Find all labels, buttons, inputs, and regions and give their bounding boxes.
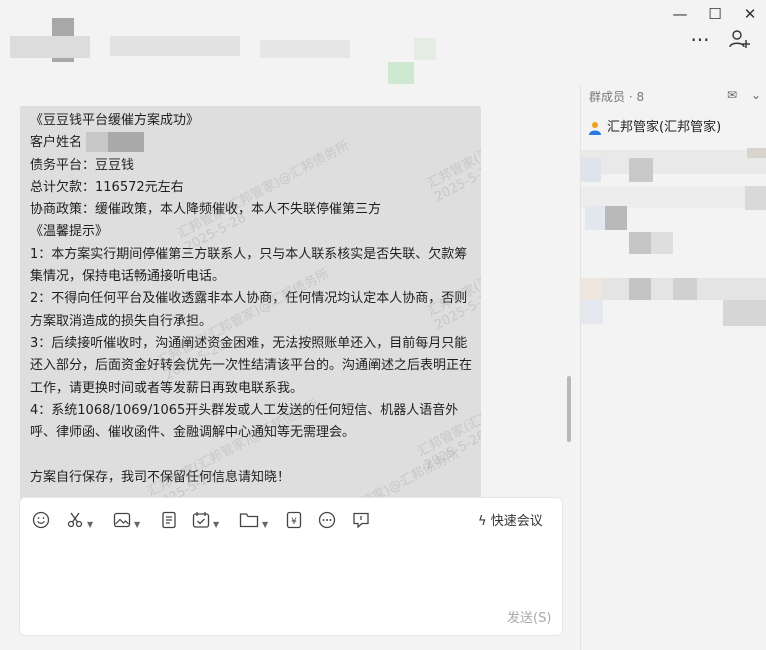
person-add-icon [729,30,750,48]
message-line: 1：本方案实行期间停催第三方联系人，只与本人联系核实是否失联、欠款筹 [30,246,468,262]
blurred-group-tag-2 [414,38,436,60]
blurred-group-tag [388,62,414,84]
chat-scrollbar[interactable] [567,376,571,442]
blurred-member [629,158,653,182]
member-name: 汇邦管家(汇邦管家) [607,120,722,135]
blurred-member [605,206,627,230]
message-line: 《豆豆钱平台缓催方案成功》 [30,113,200,128]
send-button[interactable]: 发送(S) [507,607,551,626]
message-line: 4：系统1068/1069/1065开头群发或人工发送的任何短信、机器人语音外 [30,402,459,418]
chevron-down-icon[interactable]: ⌄ [751,88,761,102]
chevron-down-icon[interactable]: ▼ [213,520,219,529]
lightning-icon: ϟ [478,514,487,529]
message-line: 工作，请更换时间或者等发薪日再致电联系我。 [30,380,304,396]
blurred-member [745,186,766,210]
blurred-member [723,300,766,326]
blurred-member [673,278,697,300]
title-bar: — ☐ ✕ [0,0,766,28]
message-text: 《豆豆钱平台缓催方案成功》 客户姓名 债务平台：豆豆钱 总计欠款：116572元左右协… [30,110,480,489]
blurred-member [581,278,601,300]
quick-meeting-button[interactable]: ϟ 快速会议 [478,510,543,529]
members-title: 群成员 · 8 [589,90,645,104]
members-sidebar: 群成员 · 8 ✉ ⌄ 汇邦管家(汇邦管家) [580,86,766,650]
add-member-icon[interactable] [724,28,754,52]
message-line: 集情况，保持电话畅通接听电话。 [30,269,226,285]
svg-text:¥: ¥ [291,517,297,527]
message-line: 方案自行保存，我司不保留任何信息请知晓！ [30,469,291,485]
emoji-icon[interactable] [32,511,50,531]
message-line: 协商政策：缓催政策，本人降频催收，本人不失联停催第三方 [30,202,382,218]
blurred-customer-name [108,132,144,152]
red-packet-icon[interactable]: ¥ [285,511,303,531]
blurred-member [581,186,766,208]
message-line [30,444,480,466]
message-line: 方案取消造成的损失自行承担。 [30,313,213,329]
blurred-customer-name-2 [86,132,108,152]
member-avatar-icon [587,120,603,136]
message-line: 还入部分，后面资金好转会优先一次性结清该平台的。沟通阐述之后表明正在 [30,358,473,374]
minimize-button[interactable]: — [667,4,693,24]
message-line: 3：后续接听催收时，沟通阐述资金困难，无法按照账单还入，目前每月只能 [30,335,468,351]
blurred-member [747,148,766,158]
quick-meeting-label: 快速会议 [490,514,543,529]
mail-icon[interactable]: ✉ [727,88,737,102]
blurred-member [629,232,651,254]
blurred-member [581,150,766,174]
screenshot-scissors-icon[interactable]: ▼ [66,511,93,531]
calendar-check-icon[interactable]: ▼ [192,511,219,531]
maximize-button[interactable]: ☐ [702,4,728,24]
chevron-down-icon[interactable]: ▼ [134,520,140,529]
close-button[interactable]: ✕ [737,4,763,24]
blurred-member [581,300,603,324]
message-composer[interactable]: ▼ ▼ ▼ ▼ ¥ ϟ 快速会议 发送(S) [19,497,563,636]
more-options-icon[interactable]: ··· [685,28,715,52]
message-line: 总计欠款：116572元左右 [30,179,184,195]
blurred-member [651,232,673,254]
document-icon[interactable] [160,511,178,531]
message-line: 2：不得向任何平台及催收透露非本人协商，任何情况均认定本人协商，否则 [30,291,468,307]
chat-bubble-icon[interactable] [352,511,370,531]
blurred-member [585,206,605,230]
folder-icon[interactable]: ▼ [239,511,268,531]
message-line: 债务平台：豆豆钱 [30,157,135,173]
chevron-down-icon[interactable]: ▼ [262,520,268,529]
blurred-member [629,278,651,300]
blurred-group-name-3 [260,40,350,58]
message-bubble[interactable]: 《豆豆钱平台缓催方案成功》 客户姓名 债务平台：豆豆钱 总计欠款：116572元左右协… [20,106,481,500]
member-item[interactable]: 汇邦管家(汇邦管家) [587,116,721,136]
image-icon[interactable]: ▼ [113,511,140,531]
blurred-member [581,158,601,182]
blurred-group-name [10,36,90,58]
more-chat-icon[interactable] [318,511,336,531]
message-line: 《温馨提示》 [30,224,109,240]
blurred-group-name-2 [110,36,240,56]
chevron-down-icon[interactable]: ▼ [87,520,93,529]
message-line: 呼、律师函、催收函件、金融调解中心通知等无需理会。 [30,425,356,441]
